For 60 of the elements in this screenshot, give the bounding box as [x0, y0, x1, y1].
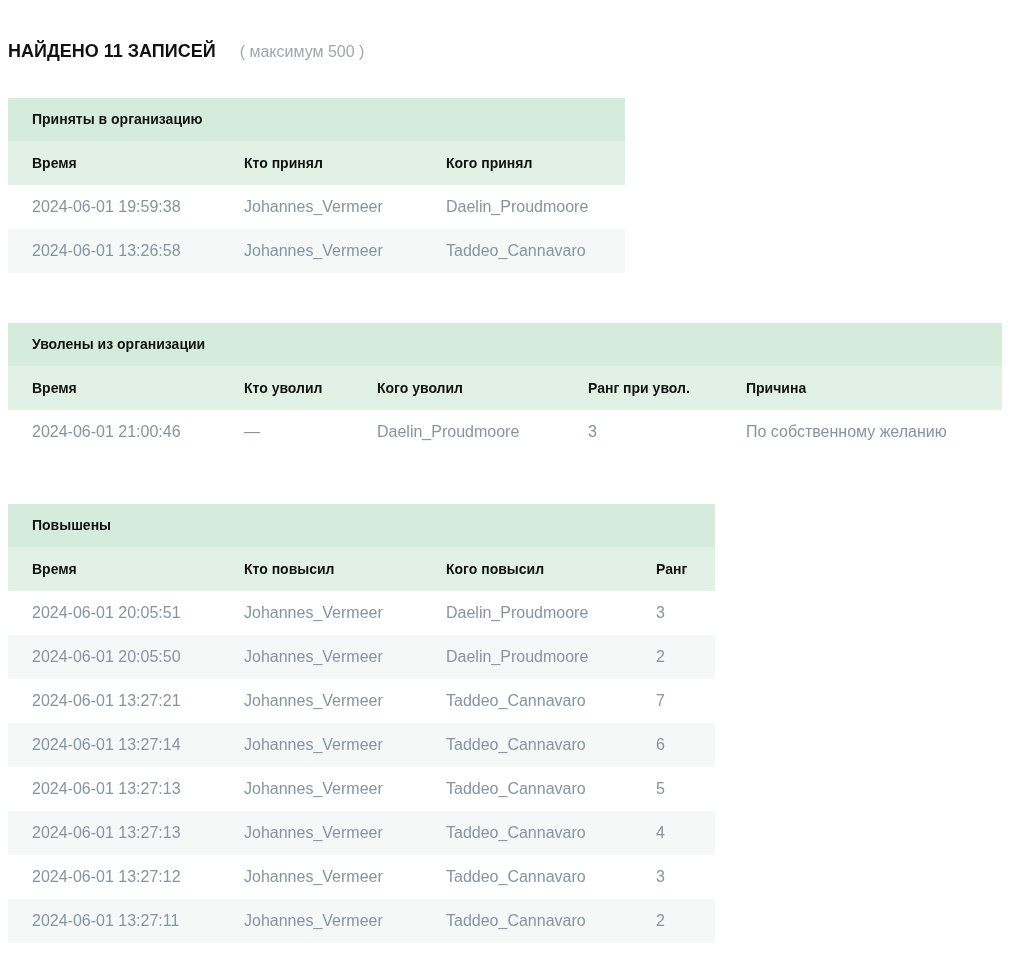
table-cell: Johannes_Vermeer	[244, 591, 446, 635]
column-header: Время	[32, 366, 244, 410]
table-cell: Johannes_Vermeer	[244, 679, 446, 723]
column-header: Ранг	[656, 547, 715, 591]
table-cell: —	[244, 410, 377, 454]
table-cell: 2024-06-01 13:27:14	[32, 723, 244, 767]
table-cell: 2	[656, 635, 715, 679]
table-cell: По собственному желанию	[746, 410, 1003, 454]
table-cell: Taddeo_Cannavaro	[446, 679, 656, 723]
table-cell: Johannes_Vermeer	[244, 723, 446, 767]
table-cell: Johannes_Vermeer	[244, 229, 446, 273]
table-cell: 3	[656, 855, 715, 899]
table-cell: Johannes_Vermeer	[244, 899, 446, 943]
table-cell: Taddeo_Cannavaro	[446, 811, 656, 855]
table-cell: 2024-06-01 19:59:38	[32, 185, 244, 229]
table-title: Приняты в организацию	[8, 98, 625, 141]
column-header: Кого повысил	[446, 547, 656, 591]
table-title: Уволены из организации	[8, 323, 1003, 366]
column-header: Время	[32, 141, 244, 185]
column-header: Кого уволил	[377, 366, 588, 410]
table-cell: 2	[656, 899, 715, 943]
table-cell: 2024-06-01 20:05:51	[32, 591, 244, 635]
table-cell: Taddeo_Cannavaro	[446, 855, 656, 899]
table-cell: Daelin_Proudmoore	[377, 410, 588, 454]
table-cell: 3	[656, 591, 715, 635]
table-cell: Johannes_Vermeer	[244, 811, 446, 855]
table-cell: Daelin_Proudmoore	[446, 635, 656, 679]
column-header: Время	[32, 547, 244, 591]
column-header: Кто уволил	[244, 366, 377, 410]
column-header: Кто повысил	[244, 547, 446, 591]
table-cell: 3	[588, 410, 746, 454]
table-cell: 2024-06-01 13:27:12	[32, 855, 244, 899]
table-cell: 2024-06-01 13:26:58	[32, 229, 244, 273]
table-cell: Taddeo_Cannavaro	[446, 723, 656, 767]
table-cell: Taddeo_Cannavaro	[446, 767, 656, 811]
table-cell: 6	[656, 723, 715, 767]
table-cell: 2024-06-01 13:27:21	[32, 679, 244, 723]
table-cell: Johannes_Vermeer	[244, 185, 446, 229]
table-cell: 2024-06-01 13:27:13	[32, 811, 244, 855]
table-cell: Daelin_Proudmoore	[446, 591, 656, 635]
table-cell: 2024-06-01 13:27:11	[32, 899, 244, 943]
table-cell: 7	[656, 679, 715, 723]
table-cell: 2024-06-01 13:27:13	[32, 767, 244, 811]
table-cell: Johannes_Vermeer	[244, 855, 446, 899]
column-header: Кого принял	[446, 141, 625, 185]
table-cell: 2024-06-01 20:05:50	[32, 635, 244, 679]
table-cell: 4	[656, 811, 715, 855]
table-cell: Taddeo_Cannavaro	[446, 899, 656, 943]
table-cell: Taddeo_Cannavaro	[446, 229, 625, 273]
results-heading: НАЙДЕНО 11 ЗАПИСЕЙ	[8, 39, 216, 63]
column-header: Кто принял	[244, 141, 446, 185]
table-title: Повышены	[8, 504, 715, 547]
table-cell: Daelin_Proudmoore	[446, 185, 625, 229]
table-cell: Johannes_Vermeer	[244, 635, 446, 679]
column-header: Ранг при увол.	[588, 366, 746, 410]
table-cell: Johannes_Vermeer	[244, 767, 446, 811]
column-header: Причина	[746, 366, 1003, 410]
table-cell: 2024-06-01 21:00:46	[32, 410, 244, 454]
table-cell: 5	[656, 767, 715, 811]
results-limit-note: ( максимум 500 )	[239, 42, 365, 62]
